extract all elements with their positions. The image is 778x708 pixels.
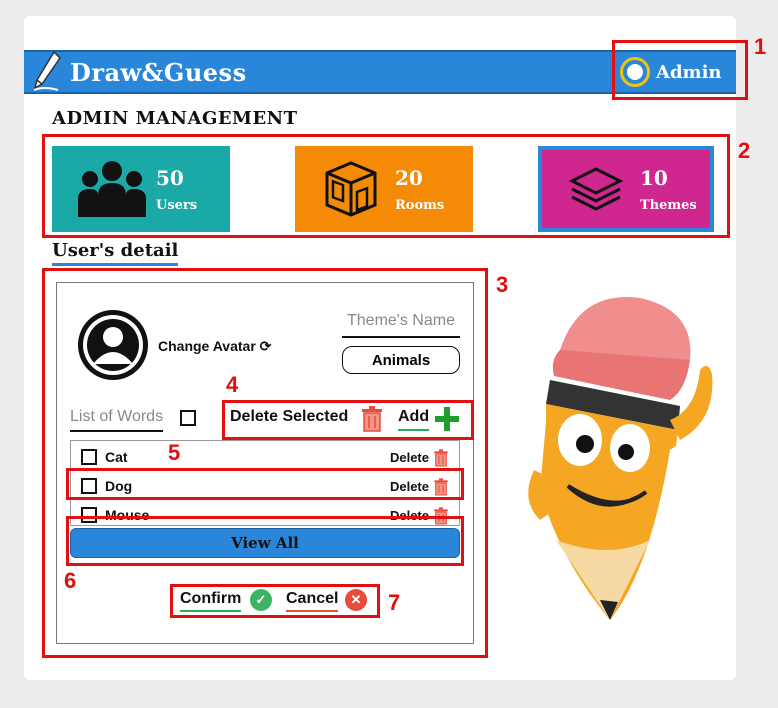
annotation-box-7 [170,584,380,618]
annotation-number-5: 5 [168,440,181,465]
annotation-box-4 [222,400,474,440]
pencil-mascot-illustration [528,297,713,620]
annotation-box-6 [66,516,464,566]
annotation-box-2 [42,134,730,238]
detail-title: User's detail [52,240,179,266]
annotation-box-1 [612,40,748,100]
pencil-logo-icon [33,50,61,91]
annotation-number-1: 1 [754,34,767,59]
app-title: Draw&Guess [70,58,247,87]
annotation-box-5 [66,468,464,500]
annotation-number-3: 3 [496,272,509,297]
page-title: ADMIN MANAGEMENT [52,108,298,129]
annotation-number-7: 7 [388,590,401,615]
annotation-number-4: 4 [226,372,239,397]
annotation-number-6: 6 [64,568,77,593]
annotation-number-2: 2 [738,138,751,163]
